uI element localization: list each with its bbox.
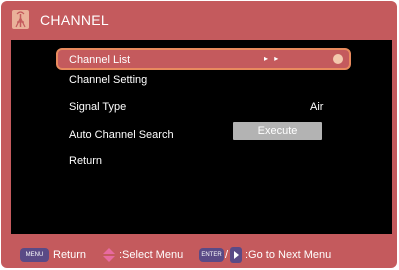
footer-help-bar: MENU Return :Select Menu ENTER / :Go to … — [1, 234, 397, 268]
menu-item-label: Return — [69, 155, 103, 167]
menu-item-channel-setting[interactable]: Channel Setting — [56, 70, 351, 90]
selection-dot-icon — [333, 54, 343, 64]
menu-panel: Channel List ▸ ▸ Channel Setting Signal … — [11, 40, 392, 234]
enter-key-icon: ENTER — [199, 248, 224, 262]
footer-goto-label: :Go to Next Menu — [245, 249, 332, 261]
page-title: CHANNEL — [40, 12, 110, 28]
menu-item-label: Signal Type — [69, 101, 127, 113]
menu-item-signal-type[interactable]: Signal Type Air — [56, 97, 351, 117]
up-down-arrows-icon — [103, 248, 115, 262]
menu-item-label: Channel Setting — [69, 74, 148, 86]
tv-osd-frame: CHANNEL Channel List ▸ ▸ Channel Setting… — [1, 1, 397, 268]
menu-item-label: Auto Channel Search — [69, 129, 174, 141]
menu-item-channel-list[interactable]: Channel List ▸ ▸ — [56, 48, 351, 70]
antenna-icon — [12, 10, 29, 29]
footer-slash: / — [225, 249, 229, 261]
right-arrow-key-icon — [230, 247, 242, 263]
signal-type-value: Air — [310, 101, 324, 113]
execute-button[interactable]: Execute — [233, 122, 322, 140]
footer-return-label: Return — [53, 249, 87, 261]
footer-select-label: :Select Menu — [119, 249, 184, 261]
menu-key-icon: MENU — [20, 248, 49, 262]
submenu-arrows-icon: ▸ ▸ — [264, 54, 281, 63]
menu-item-return[interactable]: Return — [56, 151, 351, 171]
menu-item-label: Channel List — [69, 54, 131, 66]
title-bar: CHANNEL — [1, 1, 397, 39]
